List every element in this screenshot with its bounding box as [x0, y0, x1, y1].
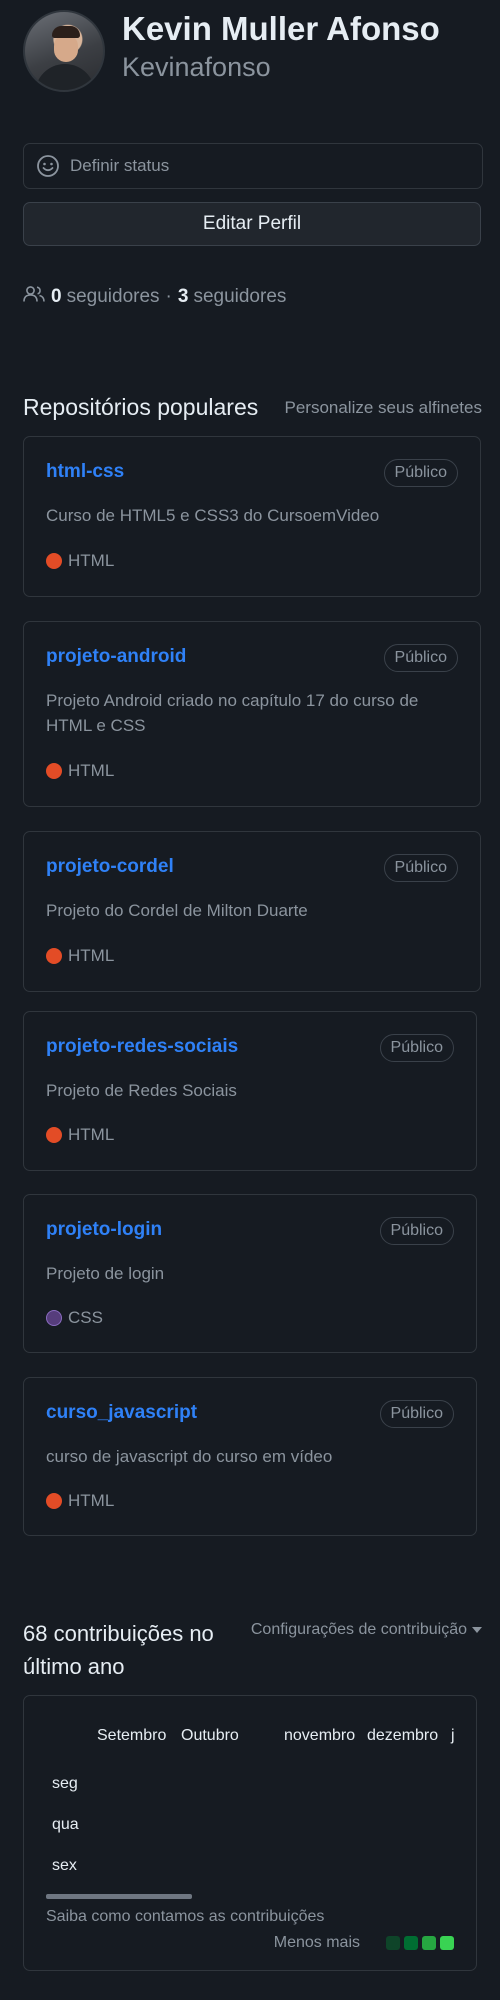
repo-language: HTML	[46, 551, 114, 571]
contribution-settings-dropdown[interactable]: Configurações de contribuição	[251, 1621, 482, 1639]
language-color-dot	[46, 1493, 62, 1509]
popular-repos-title: Repositórios populares	[23, 394, 259, 420]
language-label: HTML	[68, 551, 115, 570]
visibility-badge: Público	[379, 1217, 454, 1245]
followers-label[interactable]: seguidores	[67, 286, 160, 308]
language-color-dot	[46, 553, 62, 569]
repo-language: HTML	[46, 946, 114, 966]
visibility-badge: Público	[379, 1034, 454, 1062]
language-label: HTML	[68, 1125, 115, 1144]
visibility-badge: Público	[383, 459, 458, 487]
legend-square	[386, 1936, 400, 1950]
learn-contributions-link[interactable]: Saiba como contamos as contribuições	[46, 1908, 324, 1926]
set-status-button[interactable]: Definir status	[23, 143, 483, 189]
repo-card: html-css Público Curso de HTML5 e CSS3 d…	[23, 436, 481, 597]
language-label: HTML	[68, 946, 115, 965]
repo-name-link[interactable]: curso_javascript	[46, 1402, 197, 1424]
language-color-dot	[46, 763, 62, 779]
language-label: HTML	[68, 1491, 115, 1510]
legend-label: Menos mais	[273, 1934, 360, 1951]
repo-card: projeto-login Público Projeto de login C…	[23, 1194, 477, 1353]
avatar-face	[54, 34, 78, 62]
following-label[interactable]: seguidores	[193, 286, 286, 308]
profile-page: Kevin Muller Afonso Kevinafonso Definir …	[0, 0, 500, 2000]
repo-name-link[interactable]: projeto-android	[46, 646, 186, 668]
language-label: HTML	[68, 761, 115, 780]
avatar-hair	[52, 26, 80, 38]
contribution-legend: Menos mais	[274, 1934, 454, 1952]
repo-name-link[interactable]: projeto-redes-sociais	[46, 1036, 238, 1058]
followers-separator: ·	[165, 286, 172, 307]
weekday-label: seg	[52, 1775, 78, 1792]
followers-row: 0 seguidores · 3 seguidores	[23, 285, 286, 309]
horizontal-scrollbar[interactable]	[46, 1894, 192, 1899]
contribution-settings-label: Configurações de contribuição	[250, 1621, 467, 1638]
repo-card: projeto-cordel Público Projeto do Cordel…	[23, 831, 481, 992]
repo-name-link[interactable]: html-css	[46, 461, 124, 483]
legend-square	[422, 1936, 436, 1950]
smiley-icon	[36, 154, 60, 183]
visibility-badge: Público	[383, 644, 458, 672]
following-count[interactable]: 3	[178, 286, 189, 308]
month-label: novembro	[284, 1727, 356, 1744]
repo-description: Projeto do Cordel de Milton Duarte	[46, 901, 308, 920]
language-label: CSS	[68, 1308, 103, 1327]
language-color-dot	[46, 1310, 62, 1326]
avatar[interactable]	[23, 10, 105, 92]
month-label: j	[451, 1727, 455, 1744]
contribution-graph: Setembro Outubro novembro dezembro j seg…	[23, 1695, 477, 1971]
caret-down-icon	[472, 1626, 482, 1633]
repo-description: curso de javascript do curso em vídeo	[46, 1447, 333, 1466]
language-color-dot	[46, 948, 62, 964]
followers-count[interactable]: 0	[51, 286, 62, 308]
repo-language: HTML	[46, 1491, 114, 1511]
avatar-shirt	[35, 64, 95, 90]
set-status-label: Definir status	[70, 156, 170, 175]
profile-name: Kevin Muller Afonso	[122, 10, 440, 47]
repo-description: Projeto de Redes Sociais	[46, 1081, 237, 1100]
repo-description: Projeto Android criado no capítulo 17 do…	[46, 691, 419, 735]
month-label: Outubro	[181, 1727, 239, 1744]
language-color-dot	[46, 1127, 62, 1143]
month-label: dezembro	[367, 1727, 439, 1744]
visibility-badge: Público	[379, 1400, 454, 1428]
repo-name-link[interactable]: projeto-login	[46, 1219, 162, 1241]
month-label: Setembro	[97, 1727, 167, 1744]
repo-language: HTML	[46, 761, 114, 781]
repo-card: projeto-android Público Projeto Android …	[23, 621, 481, 807]
repo-language: HTML	[46, 1125, 114, 1145]
legend-square	[440, 1936, 454, 1950]
customize-pins-link[interactable]: Personalize seus alfinetes	[284, 398, 482, 418]
repo-card: curso_javascript Público curso de javasc…	[23, 1377, 477, 1536]
repo-card: projeto-redes-sociais Público Projeto de…	[23, 1011, 477, 1171]
visibility-badge: Público	[383, 854, 458, 882]
repo-description: Projeto de login	[46, 1264, 165, 1283]
people-icon	[23, 285, 45, 309]
repo-language: CSS	[46, 1308, 103, 1328]
legend-square	[404, 1936, 418, 1950]
edit-profile-button[interactable]: Editar Perfil	[23, 202, 481, 246]
weekday-label: qua	[52, 1816, 79, 1833]
contributions-title: 68 contribuições no último ano	[23, 1621, 214, 1679]
repo-name-link[interactable]: projeto-cordel	[46, 856, 174, 878]
weekday-label: sex	[52, 1857, 77, 1874]
repo-description: Curso de HTML5 e CSS3 do CursoemVideo	[46, 506, 380, 525]
profile-username: Kevinafonso	[122, 52, 271, 82]
